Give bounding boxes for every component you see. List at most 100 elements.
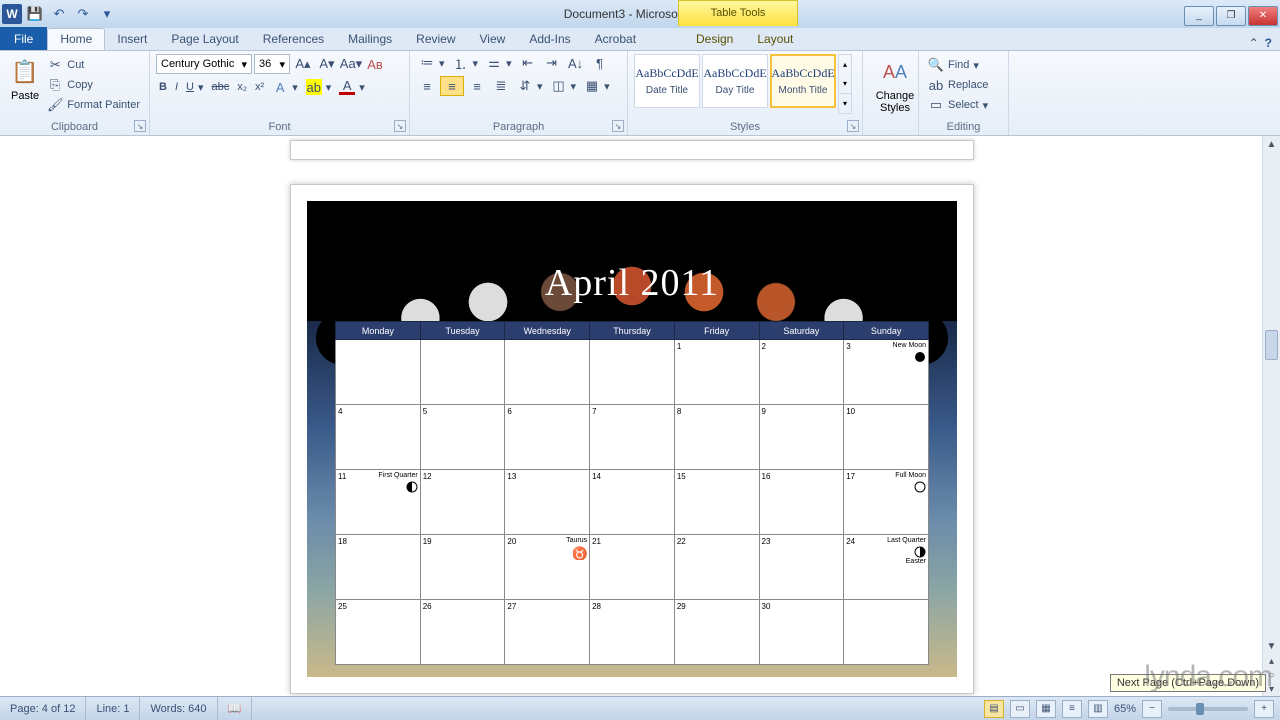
day-header[interactable]: Thursday — [590, 322, 675, 340]
day-header[interactable]: Wednesday — [505, 322, 590, 340]
line-spacing-button[interactable]: ⇵▾ — [514, 77, 546, 95]
superscript-button[interactable]: x² — [252, 80, 267, 94]
style-date-title[interactable]: AaBbCcDdEDate Title — [634, 54, 700, 108]
tab-review[interactable]: Review — [404, 28, 467, 50]
draft-view-button[interactable]: ▥ — [1088, 700, 1108, 718]
decrease-indent-button[interactable]: ⇤ — [517, 54, 539, 72]
day-header[interactable]: Saturday — [759, 322, 844, 340]
tab-home[interactable]: Home — [47, 28, 105, 50]
paragraph-dialog-launcher[interactable]: ↘ — [612, 120, 624, 132]
calendar-cell[interactable]: 29 — [674, 600, 759, 665]
minimize-ribbon-icon[interactable]: ⌃ — [1249, 36, 1259, 50]
restore-button[interactable]: ❐ — [1216, 6, 1246, 26]
day-header[interactable]: Sunday — [844, 322, 929, 340]
shading-button[interactable]: ◫▾ — [548, 77, 580, 95]
zoom-level[interactable]: 65% — [1114, 703, 1136, 715]
outline-view-button[interactable]: ≡ — [1062, 700, 1082, 718]
calendar-cell[interactable]: 21 — [590, 535, 675, 600]
day-header[interactable]: Tuesday — [420, 322, 505, 340]
calendar-cell[interactable]: 13 — [505, 470, 590, 535]
calendar-cell[interactable]: 22 — [674, 535, 759, 600]
calendar-cell[interactable]: 9 — [759, 405, 844, 470]
bullets-button[interactable]: ≔▾ — [416, 54, 448, 72]
calendar-cell[interactable] — [420, 340, 505, 405]
paste-button[interactable]: 📋 Paste — [6, 54, 44, 118]
undo-icon[interactable]: ↶ — [48, 3, 70, 25]
scroll-down-button[interactable]: ▼ — [1264, 638, 1280, 654]
style-month-title[interactable]: AaBbCcDdEMonth Title — [770, 54, 836, 108]
help-icon[interactable]: ? — [1265, 36, 1272, 50]
document-area[interactable]: April 2011 MondayTuesdayWednesdayThursda… — [0, 136, 1262, 696]
calendar-cell[interactable] — [336, 340, 421, 405]
italic-button[interactable]: I — [172, 80, 181, 94]
highlight-button[interactable]: ab▾ — [303, 78, 335, 96]
subscript-button[interactable]: x₂ — [234, 80, 250, 94]
vertical-scrollbar[interactable]: ▲ ▼ ▴ ○ ▾ — [1262, 136, 1280, 696]
sort-button[interactable]: A↓ — [565, 54, 587, 72]
calendar-cell[interactable]: 25 — [336, 600, 421, 665]
tab-mailings[interactable]: Mailings — [336, 28, 404, 50]
shrink-font-button[interactable]: A▾ — [316, 55, 338, 73]
page[interactable]: April 2011 MondayTuesdayWednesdayThursda… — [290, 184, 974, 694]
text-effects-button[interactable]: A▾ — [269, 78, 301, 96]
clipboard-dialog-launcher[interactable]: ↘ — [134, 120, 146, 132]
grow-font-button[interactable]: A▴ — [292, 55, 314, 73]
calendar-cell[interactable]: 26 — [420, 600, 505, 665]
calendar-cell[interactable]: 14 — [590, 470, 675, 535]
multilevel-button[interactable]: ⚌▾ — [483, 54, 515, 72]
close-button[interactable]: ✕ — [1248, 6, 1278, 26]
change-styles-button[interactable]: AA Change Styles — [869, 54, 921, 114]
status-page[interactable]: Page: 4 of 12 — [0, 697, 86, 720]
zoom-slider[interactable] — [1168, 707, 1248, 711]
underline-button[interactable]: U▾ — [183, 80, 206, 95]
font-size-combo[interactable]: 36▾ — [254, 54, 290, 74]
file-tab[interactable]: File — [0, 27, 47, 50]
status-line[interactable]: Line: 1 — [86, 697, 140, 720]
numbering-button[interactable]: ⒈▾ — [450, 54, 482, 72]
calendar-cell[interactable]: 12 — [420, 470, 505, 535]
calendar-cell[interactable]: 17Full Moon — [844, 470, 929, 535]
calendar-cell[interactable]: 6 — [505, 405, 590, 470]
tab-references[interactable]: References — [251, 28, 336, 50]
tab-add-ins[interactable]: Add-Ins — [517, 28, 582, 50]
style-day-title[interactable]: AaBbCcDdEDay Title — [702, 54, 768, 108]
copy-button[interactable]: ⎘Copy — [44, 76, 143, 94]
zoom-out-button[interactable]: − — [1142, 700, 1162, 718]
calendar-cell[interactable]: 16 — [759, 470, 844, 535]
format-painter-button[interactable]: 🖌Format Painter — [44, 96, 143, 114]
web-layout-view-button[interactable]: ▦ — [1036, 700, 1056, 718]
print-layout-view-button[interactable]: ▤ — [984, 700, 1004, 718]
zoom-slider-thumb[interactable] — [1196, 703, 1204, 715]
align-center-button[interactable]: ≡ — [440, 76, 464, 96]
calendar-cell[interactable]: 23 — [759, 535, 844, 600]
styles-more-button[interactable]: ▴▾▾ — [838, 54, 852, 114]
calendar-cell[interactable]: 20Taurus♉ — [505, 535, 590, 600]
zoom-in-button[interactable]: + — [1254, 700, 1274, 718]
styles-dialog-launcher[interactable]: ↘ — [847, 120, 859, 132]
scroll-up-button[interactable]: ▲ — [1264, 136, 1280, 152]
scroll-thumb[interactable] — [1265, 330, 1278, 360]
scroll-track[interactable] — [1263, 152, 1280, 638]
font-name-combo[interactable]: Century Gothic▾ — [156, 54, 252, 74]
change-case-button[interactable]: Aa▾ — [340, 55, 362, 73]
font-color-button[interactable]: A▾ — [336, 78, 368, 96]
cut-button[interactable]: ✂Cut — [44, 56, 143, 74]
minimize-button[interactable]: _ — [1184, 6, 1214, 26]
word-app-icon[interactable]: W — [2, 4, 22, 24]
calendar-cell[interactable]: 28 — [590, 600, 675, 665]
calendar-cell[interactable]: 15 — [674, 470, 759, 535]
tab-view[interactable]: View — [468, 28, 518, 50]
save-icon[interactable]: 💾 — [24, 3, 46, 25]
calendar-cell[interactable]: 19 — [420, 535, 505, 600]
increase-indent-button[interactable]: ⇥ — [541, 54, 563, 72]
calendar-table[interactable]: MondayTuesdayWednesdayThursdayFridaySatu… — [335, 321, 929, 665]
day-header[interactable]: Monday — [336, 322, 421, 340]
browse-prev-button[interactable]: ▴ — [1264, 654, 1280, 668]
calendar-cell[interactable]: 27 — [505, 600, 590, 665]
status-words[interactable]: Words: 640 — [140, 697, 217, 720]
bold-button[interactable]: B — [156, 80, 170, 94]
calendar-cell[interactable] — [590, 340, 675, 405]
calendar-cell[interactable]: 18 — [336, 535, 421, 600]
calendar-cell[interactable]: 1 — [674, 340, 759, 405]
calendar-cell[interactable] — [844, 600, 929, 665]
